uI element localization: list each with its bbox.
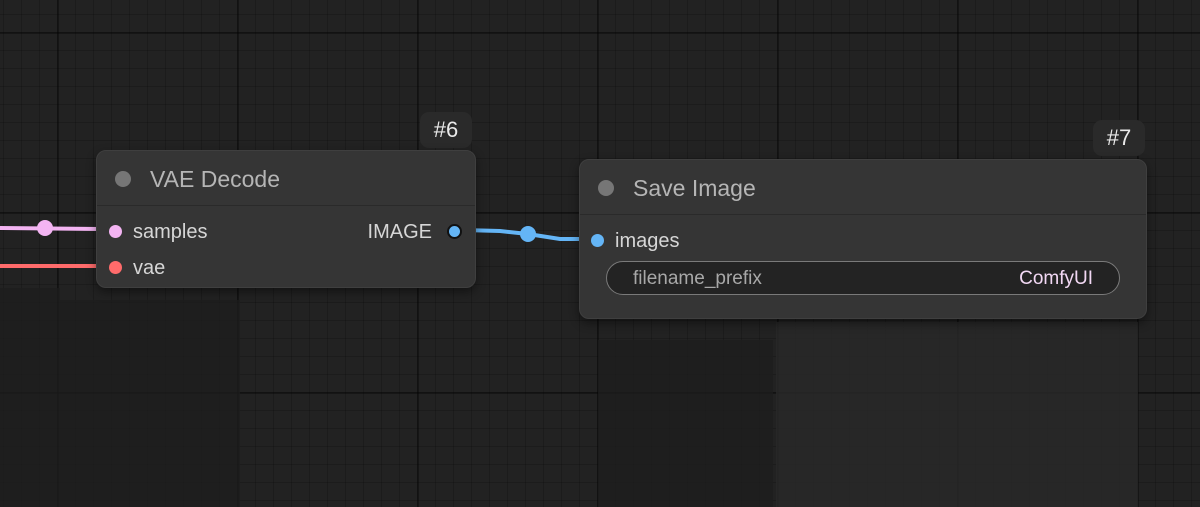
- vae-decode-node[interactable]: VAE Decode samples vae IMAGE: [96, 150, 476, 288]
- input-samples-dot-icon[interactable]: [109, 225, 122, 238]
- graph-canvas[interactable]: #6 VAE Decode samples vae IMAGE #7 Save …: [0, 0, 1200, 507]
- node-title: Save Image: [633, 175, 756, 201]
- input-images-dot-icon[interactable]: [591, 234, 604, 247]
- output-slot-image[interactable]: IMAGE: [325, 220, 465, 244]
- save-image-node[interactable]: Save Image images filename_prefix ComfyU…: [579, 159, 1147, 319]
- input-vae-dot-icon[interactable]: [109, 261, 122, 274]
- input-images-label: images: [615, 230, 680, 252]
- input-samples-label: samples: [133, 221, 208, 243]
- widget-label: filename_prefix: [633, 268, 762, 289]
- filename-prefix-widget[interactable]: filename_prefix ComfyUI: [606, 261, 1120, 295]
- link-samples-midpoint[interactable]: [37, 220, 53, 236]
- output-image-label: IMAGE: [367, 221, 432, 243]
- node-title-bar[interactable]: VAE Decode: [97, 151, 475, 206]
- node-title: VAE Decode: [150, 166, 280, 192]
- node-id-badge: #7: [1093, 120, 1145, 156]
- collapse-toggle-icon[interactable]: [115, 171, 131, 187]
- widget-value[interactable]: ComfyUI: [1019, 268, 1093, 290]
- output-image-dot-icon[interactable]: [447, 224, 462, 239]
- collapse-toggle-icon[interactable]: [598, 180, 614, 196]
- node-title-bar[interactable]: Save Image: [580, 160, 1146, 215]
- node-id-badge: #6: [420, 112, 472, 148]
- input-vae-label: vae: [133, 257, 166, 279]
- link-image-midpoint[interactable]: [520, 226, 536, 242]
